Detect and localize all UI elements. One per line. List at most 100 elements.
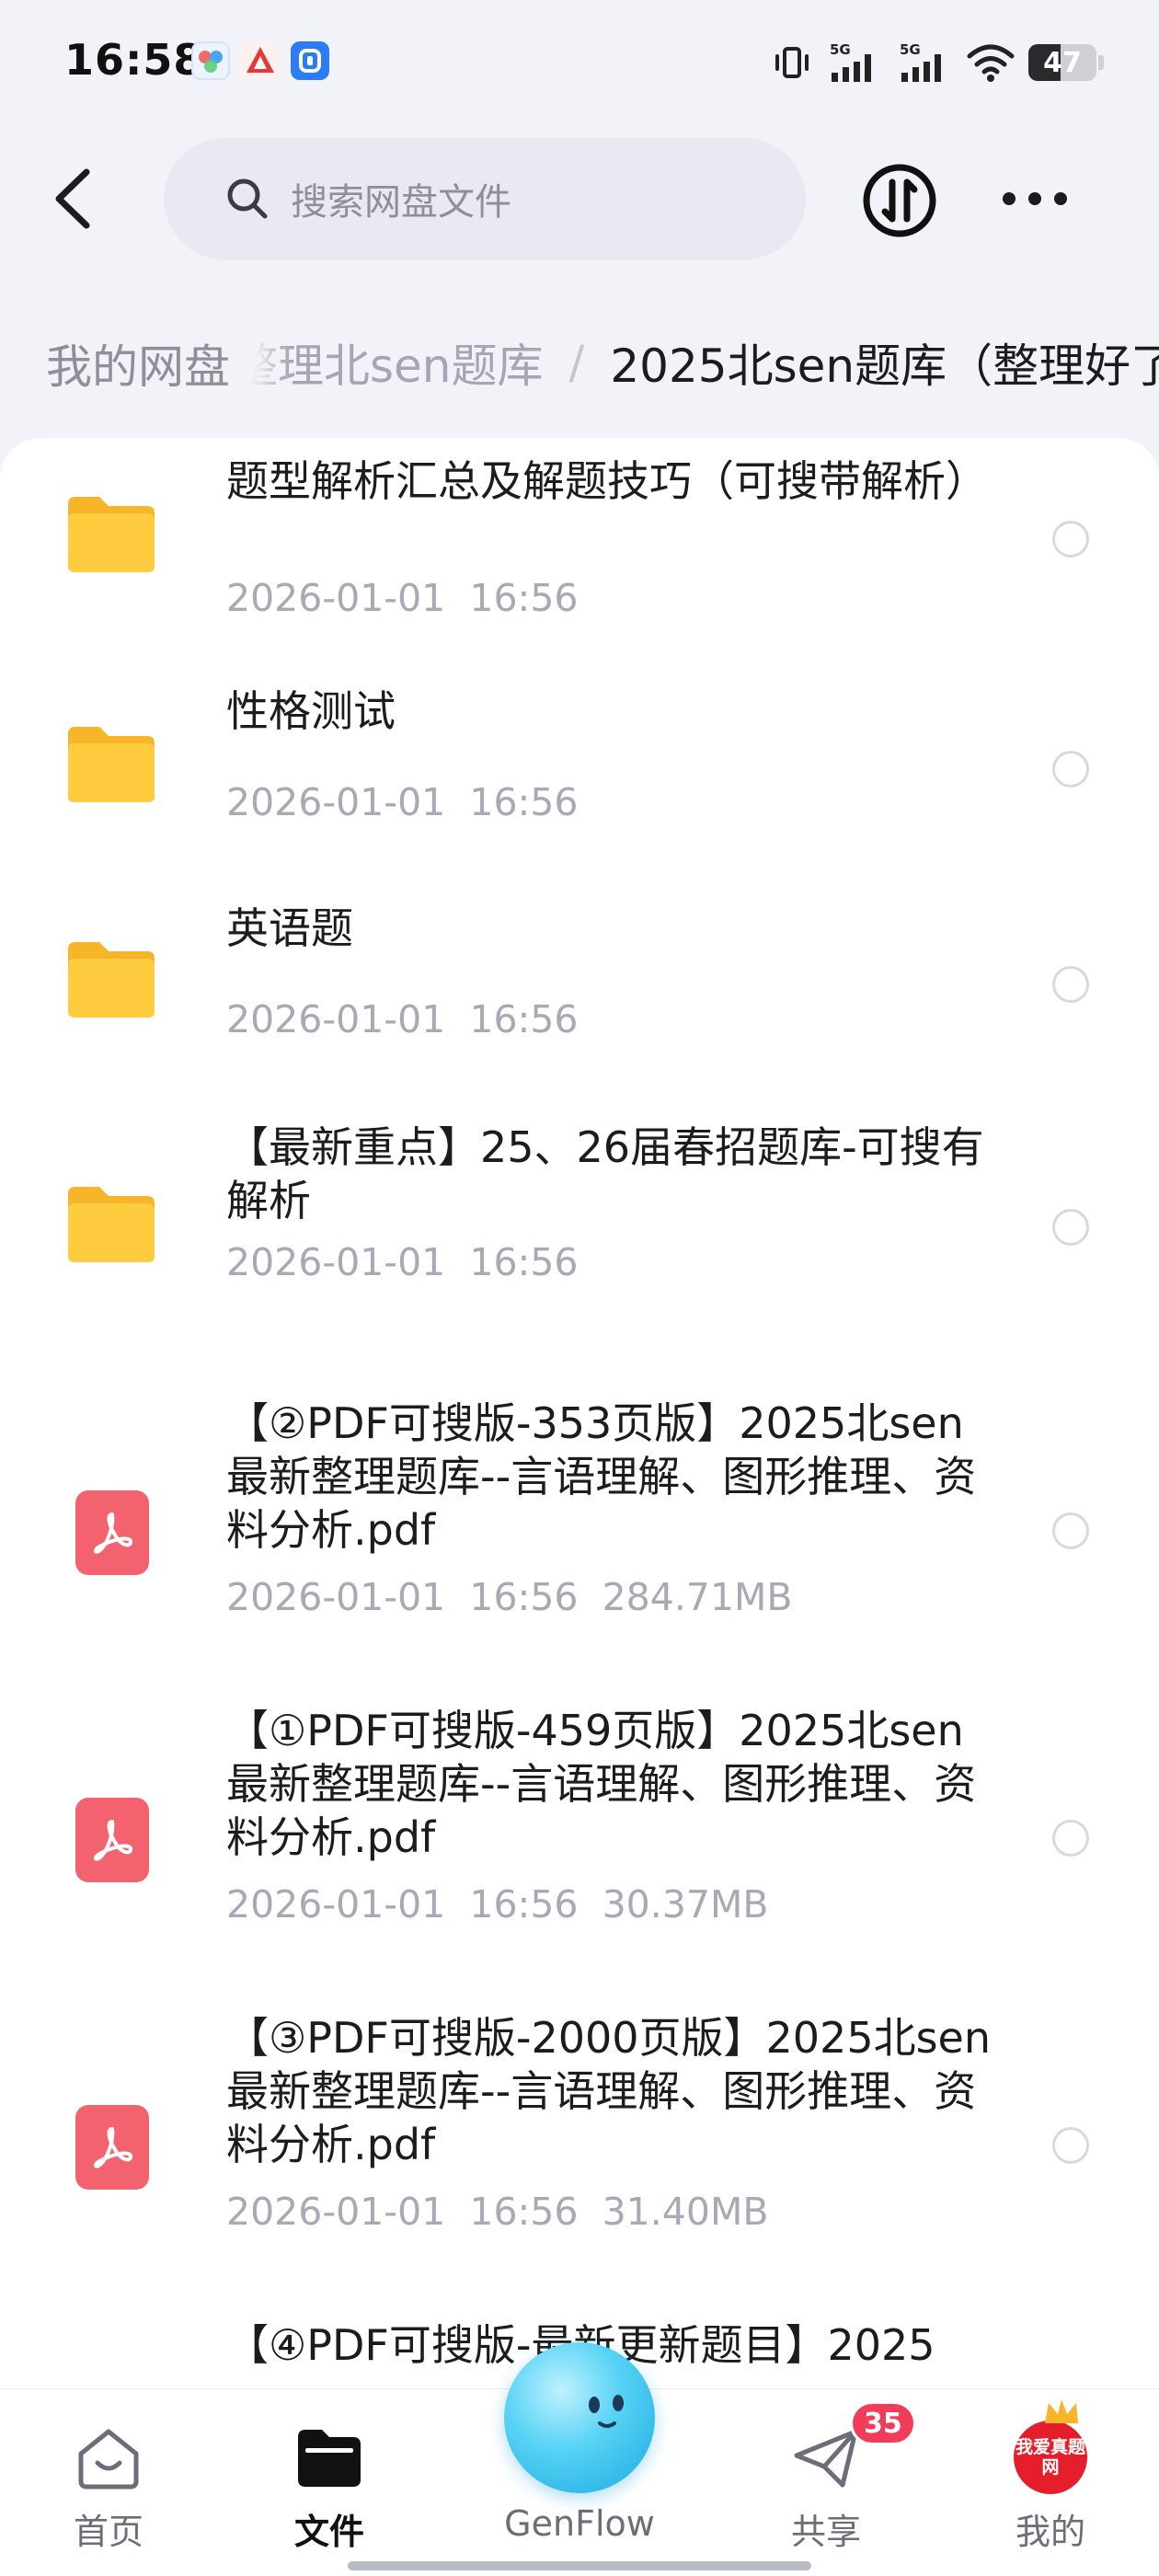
folder-icon (68, 1187, 155, 1262)
nav-label: 我的 (1015, 2512, 1085, 2552)
file-meta: 2026-01-01 16:56 31.40MB (226, 2190, 768, 2234)
transfer-icon (863, 164, 936, 237)
select-checkbox[interactable] (1052, 1820, 1089, 1857)
search-input[interactable]: 搜索网盘文件 (164, 138, 806, 259)
nav-home[interactable]: 首页 (26, 2421, 191, 2554)
file-date: 2026-01-01 (226, 1240, 446, 1284)
file-row-pdf[interactable]: 【①PDF可搜版-459页版】2025北sen最新整理题库--言语理解、图形推理… (0, 1685, 1159, 1993)
file-name: 题型解析汇总及解题技巧（可搜带解析） (226, 456, 988, 506)
file-name: 【③PDF可搜版-2000页版】2025北sen最新整理题库--言语理解、图形推… (226, 2013, 992, 2169)
nav-label: 文件 (293, 2512, 364, 2552)
file-meta: 2026-01-01 16:56 (226, 997, 579, 1041)
transfer-button[interactable] (861, 162, 938, 239)
share-notification-badge: 35 (850, 2401, 916, 2445)
pdf-icon (94, 2127, 132, 2168)
breadcrumb-item-root[interactable]: 我的网盘 (26, 326, 250, 401)
file-time: 16:56 (469, 1240, 579, 1284)
notification-app-icon-1 (191, 41, 230, 80)
file-name: 【①PDF可搜版-459页版】2025北sen最新整理题库--言语理解、图形推理… (226, 1706, 977, 1862)
signal-5g-icon-2: 5G (900, 41, 941, 82)
pdf-icon (94, 1820, 132, 1861)
file-row-pdf[interactable]: 【②PDF可搜版-353页版】2025北sen最新整理题库--言语理解、图形推理… (0, 1378, 1159, 1685)
status-bar: 16:58 5G 5G 47 (0, 0, 1159, 129)
file-row-folder[interactable]: 【最新重点】25、26届春招题库-可搜有解析 2026-01-01 16:56 (0, 1102, 1159, 1378)
file-date: 2026-01-01 (226, 2190, 446, 2234)
file-time: 16:56 (469, 576, 579, 620)
file-size: 284.71MB (602, 1575, 793, 1619)
select-checkbox[interactable] (1052, 1209, 1089, 1246)
folder-icon (68, 727, 155, 802)
battery-tip (1098, 55, 1104, 70)
app-screen: 16:58 5G 5G 47 搜索网盘文件 整理北sen题库 / 2025北se… (0, 0, 1159, 2576)
svg-text:5G: 5G (830, 41, 851, 58)
file-time: 16:56 (469, 1575, 579, 1619)
file-date: 2026-01-01 (226, 1882, 446, 1926)
breadcrumb-track: 整理北sen题库 / 2025北sen题库（整理好了 (232, 329, 1159, 396)
file-date: 2026-01-01 (226, 997, 446, 1041)
pdf-file-icon (75, 1490, 149, 1575)
file-time: 16:56 (469, 997, 579, 1041)
select-checkbox[interactable] (1052, 966, 1089, 1003)
file-date: 2026-01-01 (226, 780, 446, 824)
nav-profile[interactable]: 我爱真题网 我的 (968, 2421, 1133, 2554)
folder-icon (293, 2421, 366, 2494)
file-name: 【②PDF可搜版-353页版】2025北sen最新整理题库--言语理解、图形推理… (226, 1398, 977, 1555)
file-name: 性格测试 (226, 686, 396, 736)
breadcrumb-item-parent[interactable]: 整理北sen题库 (232, 329, 544, 396)
file-time: 16:56 (469, 780, 579, 824)
file-row-pdf[interactable]: 【③PDF可搜版-2000页版】2025北sen最新整理题库--言语理解、图形推… (0, 1993, 1159, 2300)
nav-label: GenFlow (504, 2503, 655, 2544)
more-options-button[interactable] (1003, 180, 1067, 217)
home-icon (72, 2421, 145, 2494)
file-size: 30.37MB (602, 1882, 769, 1926)
select-checkbox[interactable] (1052, 1512, 1089, 1549)
back-button[interactable] (42, 162, 101, 236)
home-indicator (348, 2561, 811, 2570)
folder-icon (68, 942, 155, 1018)
dot-icon (1028, 192, 1041, 205)
file-date: 2026-01-01 (226, 1575, 446, 1619)
dot-icon (1054, 192, 1067, 205)
breadcrumb: 整理北sen题库 / 2025北sen题库（整理好了 我的网盘 (0, 313, 1159, 414)
signal-5g-icon: 5G (830, 41, 871, 82)
wifi-icon (967, 44, 1015, 82)
file-name: 【最新重点】25、26届春招题库-可搜有解析 (226, 1122, 984, 1225)
file-date: 2026-01-01 (226, 576, 446, 620)
file-row-folder[interactable]: 题型解析汇总及解题技巧（可搜带解析） 2026-01-01 16:56 (0, 438, 1159, 668)
file-meta: 2026-01-01 16:56 (226, 576, 579, 620)
file-meta: 2026-01-01 16:56 30.37MB (226, 1882, 768, 1926)
battery-icon: 47 (1028, 44, 1096, 81)
battery-percent: 47 (1043, 46, 1082, 79)
breadcrumb-separator: / (568, 336, 585, 389)
file-row-folder[interactable]: 英语题 2026-01-01 16:56 (0, 885, 1159, 1102)
notification-app-icon-2 (241, 41, 280, 80)
pdf-file-icon (75, 2105, 149, 2190)
file-time: 16:56 (469, 1882, 579, 1926)
avatar-icon: 我爱真题网 (1014, 2421, 1087, 2494)
svg-text:5G: 5G (900, 41, 921, 58)
genflow-orb-icon[interactable] (504, 2342, 655, 2493)
file-meta: 2026-01-01 16:56 (226, 1240, 579, 1284)
pdf-icon (94, 1512, 132, 1554)
select-checkbox[interactable] (1052, 521, 1089, 558)
file-row-folder[interactable]: 性格测试 2026-01-01 16:56 (0, 668, 1159, 885)
select-checkbox[interactable] (1052, 2127, 1089, 2164)
nav-label: 首页 (73, 2512, 143, 2552)
search-placeholder: 搜索网盘文件 (291, 181, 511, 224)
select-checkbox[interactable] (1052, 751, 1089, 788)
search-icon (227, 178, 268, 219)
file-size: 31.40MB (602, 2190, 769, 2234)
file-time: 16:56 (469, 2190, 579, 2234)
notification-app-icon-3 (291, 41, 329, 80)
file-meta: 2026-01-01 16:56 (226, 780, 579, 824)
status-indicators: 5G 5G 47 (771, 37, 1104, 88)
avatar: 我爱真题网 (1014, 2421, 1087, 2494)
crown-icon (1045, 2399, 1078, 2423)
nav-files[interactable]: 文件 (247, 2421, 412, 2554)
folder-icon (68, 497, 155, 572)
breadcrumb-item-current: 2025北sen题库（整理好了 (610, 339, 1159, 393)
dot-icon (1003, 192, 1016, 205)
pdf-file-icon (75, 1798, 149, 1882)
file-meta: 2026-01-01 16:56 284.71MB (226, 1575, 793, 1619)
file-list: 题型解析汇总及解题技巧（可搜带解析） 2026-01-01 16:56 性格测试… (0, 438, 1159, 2392)
